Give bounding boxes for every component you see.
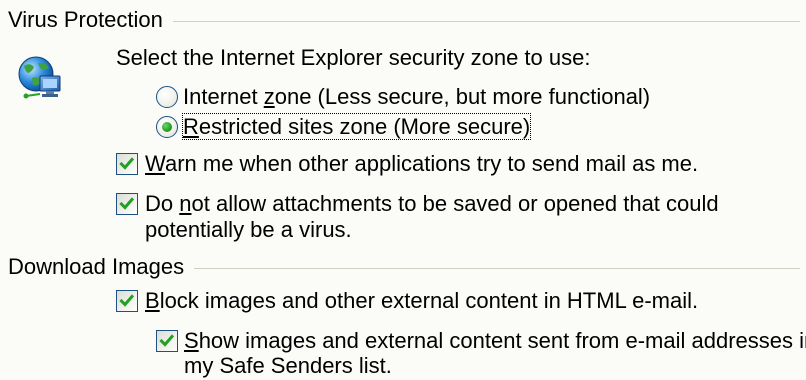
download-images-header: Download Images [8,253,800,281]
show-safe-senders-label-line1[interactable]: Show images and external content sent fr… [184,327,806,355]
radio-selected-dot [162,122,172,132]
virus-protection-header: Virus Protection [8,6,800,34]
block-images-label-post: lock images and other external content i… [159,288,699,313]
checkmark-icon [119,197,135,210]
show-safe-senders-post: how images and external content sent fro… [198,328,806,353]
zone-prompt-label: Select the Internet Explorer security zo… [116,45,591,70]
block-attachments-label-line2[interactable]: potentially be a virus. [145,216,352,244]
internet-zone-radio[interactable] [156,86,178,108]
virus-protection-separator [172,20,800,22]
show-safe-senders-accel: S [184,328,199,353]
block-images-label[interactable]: Block images and other external content … [145,287,698,315]
warn-mail-label[interactable]: Warn me when other applications try to s… [145,150,698,178]
block-attachments-post: ot allow attachments to be saved or open… [191,191,719,216]
internet-zone-label-pre: Internet [183,84,264,109]
checkmark-icon [159,334,175,347]
restricted-zone-accel: R [183,114,199,139]
block-images-accel: B [145,288,160,313]
show-safe-senders-label-line2[interactable]: my Safe Senders list. [184,352,392,380]
restricted-zone-label-post: estricted sites zone (More secure) [198,114,531,139]
block-attachments-accel: n [179,191,192,216]
checkmark-icon [119,157,135,170]
warn-mail-accel: W [145,151,165,176]
block-images-checkbox[interactable] [116,290,138,312]
block-attachments-pre: Do [145,191,180,216]
show-safe-senders-checkbox[interactable] [156,330,178,352]
internet-zone-label[interactable]: Internet zone (Less secure, but more fun… [183,83,650,111]
download-images-separator [194,267,800,269]
download-images-heading: Download Images [8,254,185,279]
virus-protection-heading: Virus Protection [8,7,163,32]
restricted-zone-label[interactable]: Restricted sites zone (More secure) [181,113,532,141]
block-attachments-checkbox[interactable] [116,193,138,215]
internet-zone-label-post: one (Less secure, but more functional) [274,84,651,109]
restricted-zone-focus: Restricted sites zone (More secure) [181,113,532,140]
block-attachments-label-line1[interactable]: Do not allow attachments to be saved or … [145,190,719,218]
globe-computer-icon [16,54,64,106]
warn-mail-checkbox[interactable] [116,153,138,175]
warn-mail-label-post: arn me when other applications try to se… [164,151,699,176]
checkmark-icon [119,294,135,307]
restricted-zone-radio[interactable] [156,116,178,138]
internet-zone-accel: z [263,84,275,109]
